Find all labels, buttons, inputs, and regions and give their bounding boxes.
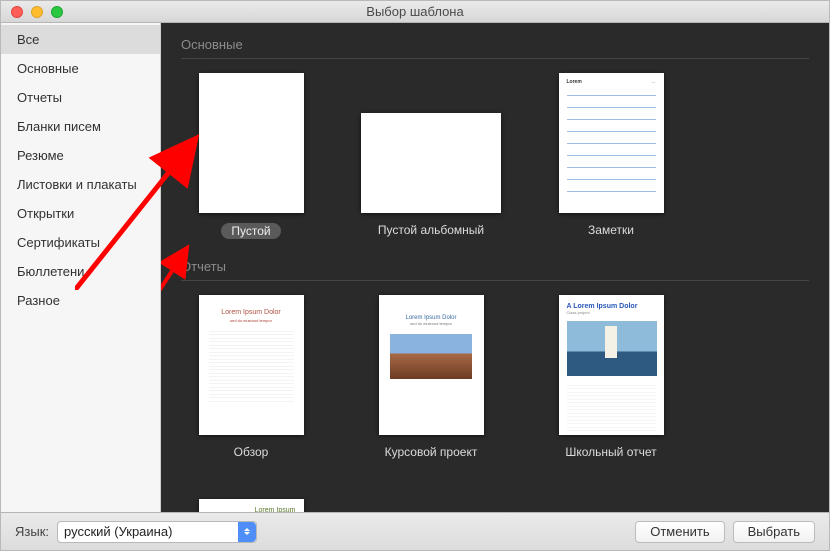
cancel-button[interactable]: Отменить xyxy=(635,521,724,543)
window-body: Все Основные Отчеты Бланки писем Резюме … xyxy=(1,23,829,512)
template-notes-thumb: Lorem— xyxy=(559,73,664,213)
template-overview-thumb: Lorem Ipsum Dolor sed do eiusmod tempor xyxy=(199,295,304,435)
template-visual-report[interactable]: Lorem Ipsum Наглядный отчет xyxy=(181,499,321,512)
template-term-paper[interactable]: Lorem Ipsum Dolor sed do eiusmod tempor … xyxy=(361,295,501,459)
sidebar-item-letterheads[interactable]: Бланки писем xyxy=(1,112,160,141)
template-overview-label: Обзор xyxy=(234,445,269,459)
section-heading-basic: Основные xyxy=(181,37,809,59)
template-overview[interactable]: Lorem Ipsum Dolor sed do eiusmod tempor … xyxy=(181,295,321,459)
template-term-paper-thumb: Lorem Ipsum Dolor sed do eiusmod tempor xyxy=(379,295,484,435)
sidebar-item-basic[interactable]: Основные xyxy=(1,54,160,83)
template-blank-landscape-label: Пустой альбомный xyxy=(378,223,484,237)
sidebar-item-reports[interactable]: Отчеты xyxy=(1,83,160,112)
template-gallery: Основные Пустой Пустой альбомный Lorem— xyxy=(161,23,829,512)
section-basic-grid: Пустой Пустой альбомный Lorem— Заметки xyxy=(181,73,809,239)
footer-bar: Язык: русский (Украина) Отменить Выбрать xyxy=(1,512,829,550)
sidebar-item-certificates[interactable]: Сертификаты xyxy=(1,228,160,257)
template-chooser-window: Выбор шаблона Все Основные Отчеты Бланки… xyxy=(0,0,830,551)
sidebar-item-resumes[interactable]: Резюме xyxy=(1,141,160,170)
template-blank-thumb xyxy=(199,73,304,213)
zoom-window-button[interactable] xyxy=(51,6,63,18)
select-stepper-icon xyxy=(238,522,256,542)
window-title: Выбор шаблона xyxy=(1,4,829,19)
sidebar-item-misc[interactable]: Разное xyxy=(1,286,160,315)
window-controls xyxy=(1,6,63,18)
template-notes[interactable]: Lorem— Заметки xyxy=(541,73,681,239)
template-blank-landscape-thumb xyxy=(361,113,501,213)
close-window-button[interactable] xyxy=(11,6,23,18)
gallery-scroll[interactable]: Основные Пустой Пустой альбомный Lorem— xyxy=(161,23,829,512)
category-sidebar: Все Основные Отчеты Бланки писем Резюме … xyxy=(1,23,161,512)
sidebar-item-all[interactable]: Все xyxy=(1,25,160,54)
template-school-report-label: Школьный отчет xyxy=(565,445,656,459)
choose-button[interactable]: Выбрать xyxy=(733,521,815,543)
template-blank-label: Пустой xyxy=(221,223,280,239)
sidebar-item-flyers[interactable]: Листовки и плакаты xyxy=(1,170,160,199)
template-school-report-thumb: A Lorem Ipsum Dolor Class project xyxy=(559,295,664,435)
template-school-report[interactable]: A Lorem Ipsum Dolor Class project Школьн… xyxy=(541,295,681,459)
minimize-window-button[interactable] xyxy=(31,6,43,18)
template-blank[interactable]: Пустой xyxy=(181,73,321,239)
sidebar-item-newsletters[interactable]: Бюллетени xyxy=(1,257,160,286)
titlebar: Выбор шаблона xyxy=(1,1,829,23)
sidebar-item-cards[interactable]: Открытки xyxy=(1,199,160,228)
template-term-paper-label: Курсовой проект xyxy=(385,445,478,459)
language-label: Язык: xyxy=(15,524,49,539)
template-notes-label: Заметки xyxy=(588,223,634,237)
language-select[interactable]: русский (Украина) xyxy=(57,521,257,543)
language-value: русский (Украина) xyxy=(64,524,172,539)
template-visual-report-thumb: Lorem Ipsum xyxy=(199,499,304,512)
section-reports-grid: Lorem Ipsum Dolor sed do eiusmod tempor … xyxy=(181,295,809,512)
template-blank-landscape[interactable]: Пустой альбомный xyxy=(361,73,501,239)
section-heading-reports: Отчеты xyxy=(181,259,809,281)
